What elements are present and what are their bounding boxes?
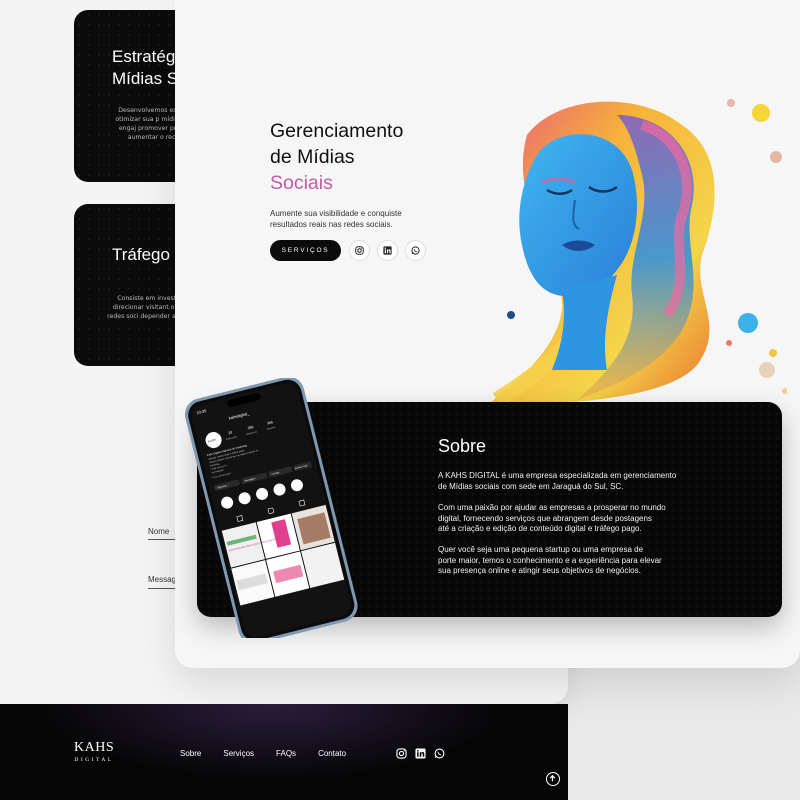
instagram-icon [355, 246, 364, 255]
hero-whatsapp-button[interactable] [405, 240, 426, 261]
footer-link-faqs[interactable]: FAQs [276, 749, 296, 758]
footer-link-servicos[interactable]: Serviços [223, 749, 254, 758]
footer-logo-sub: DIGITAL [74, 757, 114, 763]
footer-social [396, 748, 445, 759]
name-field[interactable] [148, 539, 176, 540]
hero-title-accent: Sociais [270, 172, 333, 194]
whatsapp-icon[interactable] [434, 748, 445, 759]
linkedin-icon[interactable] [415, 748, 426, 759]
footer-nav: Sobre Serviços FAQs Contato [180, 749, 346, 758]
hero-subtitle: Aumente sua visibilidade e conquiste res… [270, 209, 402, 229]
hero-instagram-button[interactable] [349, 240, 370, 261]
hero-title: Gerenciamento de Mídias Sociais [270, 118, 460, 196]
hero-title-line2: de Mídias [270, 146, 355, 168]
message-field-label: Messag [148, 575, 177, 584]
about-paragraph-3: Quer você seja uma pequena startup ou um… [438, 545, 662, 575]
about-paragraph-1: A KAHS DIGITAL é uma empresa especializa… [438, 471, 677, 491]
footer-link-sobre[interactable]: Sobre [180, 749, 201, 758]
services-button[interactable]: SERVIÇOS [270, 240, 341, 261]
hero-title-line1: Gerenciamento [270, 120, 404, 142]
footer-logo[interactable]: KAHS DIGITAL [74, 740, 115, 766]
footer-link-contato[interactable]: Contato [318, 749, 346, 758]
arrow-up-icon [549, 775, 556, 782]
footer-logo-text: KAHS [74, 740, 115, 755]
message-field[interactable] [148, 588, 176, 589]
name-field-label: Nome [148, 527, 170, 536]
hero-illustration [487, 99, 787, 407]
linkedin-icon [383, 246, 392, 255]
whatsapp-icon [411, 246, 420, 255]
about-paragraph-2: Com uma paixão por ajudar as empresas a … [438, 503, 666, 533]
phone-mockup: 10:35 kahsdigital_ KAHS 20 389 366 Publi… [184, 378, 358, 638]
scroll-top-button[interactable] [546, 772, 560, 786]
about-title: Sobre [438, 436, 487, 456]
footer: KAHS DIGITAL Sobre Serviços FAQs Contato [0, 704, 568, 800]
instagram-icon[interactable] [396, 748, 407, 759]
hero-linkedin-button[interactable] [377, 240, 398, 261]
